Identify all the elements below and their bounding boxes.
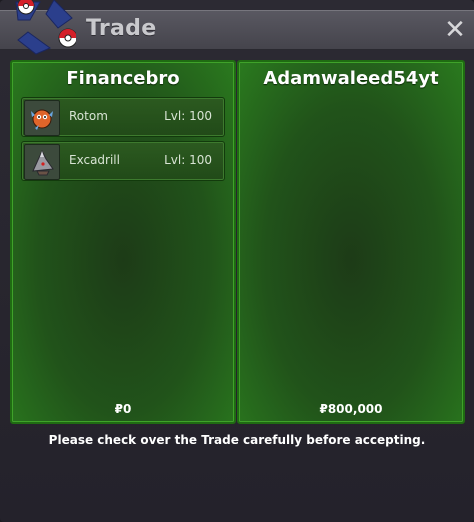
window-title: Trade (86, 16, 157, 41)
trade-item[interactable]: Excadrill Lvl: 100 (21, 141, 225, 181)
item-level: Lvl: 100 (164, 109, 212, 123)
close-button[interactable]: ✕ (442, 17, 468, 43)
money-offer: ₽0 (114, 402, 132, 416)
rotom-sprite-icon (24, 100, 60, 136)
item-level: Lvl: 100 (164, 153, 212, 167)
offer-panel-left: Financebro Rotom Lvl: 100 Excadrill Lvl:… (10, 60, 236, 424)
item-name: Excadrill (69, 153, 120, 167)
trade-window: Trade ✕ Financebro Rotom Lvl: 100 Excadr… (0, 0, 474, 522)
item-name: Rotom (69, 109, 108, 123)
pokeball-logo-icon (15, 0, 76, 55)
offer-panel-right: Adamwaleed54yt ₽800,000 (237, 60, 465, 424)
trade-warning-message: Please check over the Trade carefully be… (48, 433, 426, 447)
trade-item[interactable]: Rotom Lvl: 100 (21, 97, 225, 137)
excadrill-sprite-icon (24, 144, 60, 180)
money-offer: ₽800,000 (319, 402, 383, 416)
player-name: Financebro (66, 68, 180, 89)
player-name: Adamwaleed54yt (263, 68, 439, 89)
